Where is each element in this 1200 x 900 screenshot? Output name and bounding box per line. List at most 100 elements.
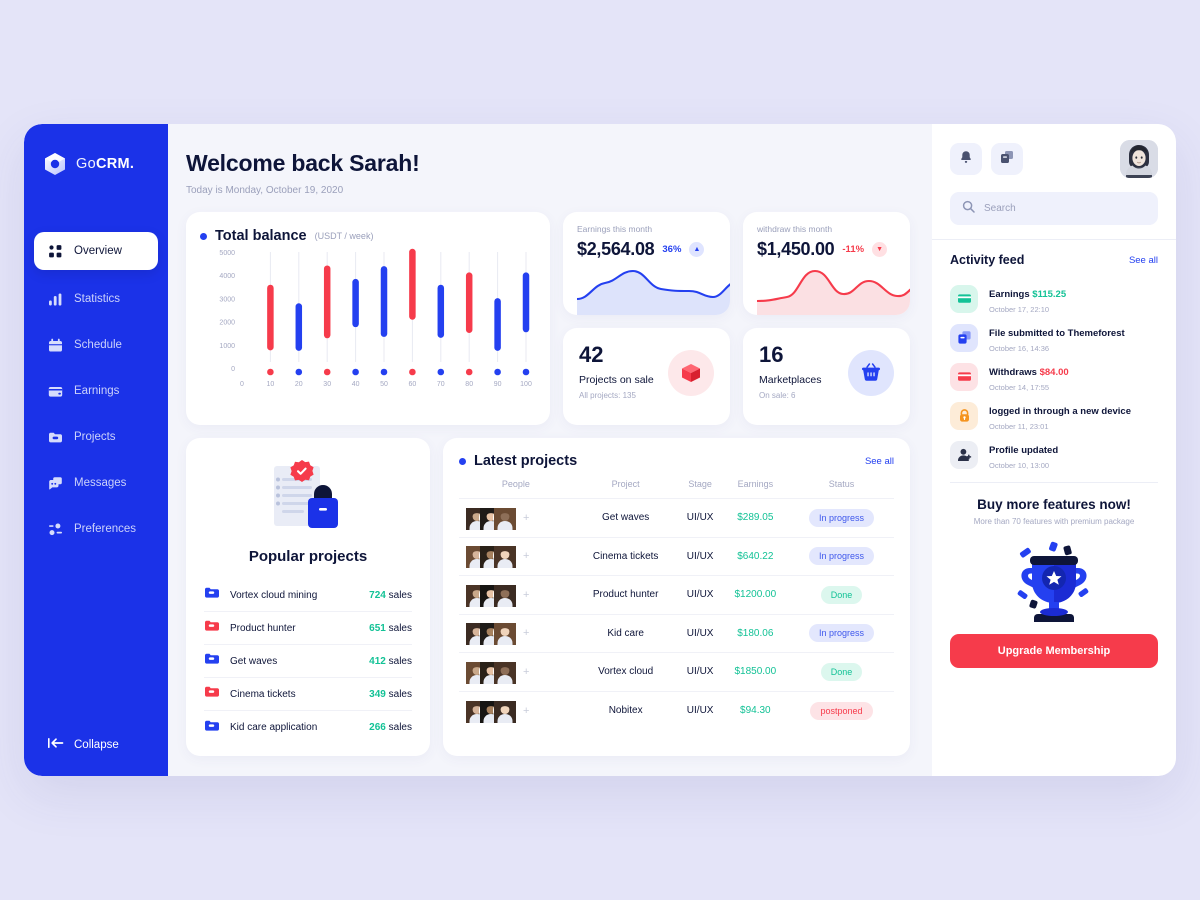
add-person-icon[interactable]: + — [523, 705, 529, 717]
latest-projects-header: Latest projects See all — [459, 453, 894, 469]
add-person-icon[interactable]: + — [523, 550, 529, 562]
app-window: GoCRM. Overview Statistics Schedule Earn… — [24, 124, 1176, 776]
project-name: Vortex cloud — [572, 652, 679, 691]
basket-icon — [848, 350, 894, 396]
column-header: Stage — [688, 479, 712, 489]
sidebar-item-label: Messages — [74, 477, 127, 489]
activity-feed-header: Activity feed See all — [950, 253, 1158, 267]
sidebar-item-label: Overview — [74, 245, 122, 257]
list-item[interactable]: Get waves 412 sales — [204, 645, 412, 678]
project-stage: UI/UX — [678, 652, 722, 691]
project-sales: 651 sales — [369, 622, 412, 634]
sidebar-item-label: Schedule — [74, 339, 122, 351]
popular-projects-title: Popular projects — [248, 548, 368, 565]
project-name: Product hunter — [230, 622, 296, 634]
add-person-icon[interactable]: + — [523, 666, 529, 678]
project-name: Cinema tickets — [230, 688, 296, 700]
card-icon — [48, 384, 63, 399]
collapse-button[interactable]: Collapse — [24, 737, 168, 752]
sidebar-item-messages[interactable]: Messages — [34, 466, 158, 500]
svg-text:30: 30 — [323, 381, 331, 388]
sidebar-item-statistics[interactable]: Statistics — [34, 282, 158, 316]
table-row[interactable]: + Vortex cloud UI/UX $1850.00 Done — [459, 652, 894, 691]
folder-icon — [204, 685, 219, 703]
list-item[interactable]: Cinema tickets 349 sales — [204, 678, 412, 711]
activity-date: October 10, 13:00 — [989, 460, 1050, 470]
promo-card: Buy more features now! More than 70 feat… — [950, 482, 1158, 684]
table-row[interactable]: + Nobitex UI/UX $94.30 postponed — [459, 690, 894, 730]
status-badge: Done — [820, 662, 863, 681]
latest-projects-title: Latest projects — [474, 453, 578, 469]
see-all-projects-link[interactable]: See all — [865, 456, 894, 467]
avatar — [493, 699, 516, 723]
notifications-button[interactable] — [950, 143, 982, 175]
see-all-activity-link[interactable]: See all — [1129, 255, 1158, 266]
svg-text:20: 20 — [295, 381, 303, 388]
activity-date: October 11, 23:01 — [989, 421, 1049, 431]
earnings-sparkline — [577, 269, 730, 315]
total-balance-unit: (USDT / week) — [314, 231, 374, 241]
table-row[interactable]: + Product hunter UI/UX $1200.00 Done — [459, 575, 894, 614]
bullet-dot-icon — [200, 232, 207, 240]
sidebar-item-overview[interactable]: Overview — [34, 232, 158, 270]
bottom-widgets-row: Popular projects Vortex cloud mining 724 … — [186, 438, 910, 756]
projects-label: Projects on sale — [579, 374, 654, 386]
sidebar-item-preferences[interactable]: Preferences — [34, 512, 158, 546]
list-item[interactable]: Vortex cloud mining 724 sales — [204, 579, 412, 612]
sidebar-item-earnings[interactable]: Earnings — [34, 374, 158, 408]
search-bar[interactable] — [950, 192, 1158, 225]
earnings-month-card[interactable]: Earnings this month $2,564.08 36% ▲ — [563, 212, 730, 315]
project-name: Nobitex — [572, 690, 679, 730]
earnings-value: $2,564.08 — [577, 239, 655, 259]
gocrm-logo-icon — [42, 151, 68, 177]
files-icon — [950, 323, 978, 352]
sliders-icon — [48, 522, 63, 537]
add-person-icon[interactable]: + — [523, 512, 529, 524]
counter-cards-row: 42 Projects on sale All projects: 135 16… — [563, 328, 910, 425]
files-button[interactable] — [991, 143, 1023, 175]
projects-on-sale-card[interactable]: 42 Projects on sale All projects: 135 — [563, 328, 730, 425]
sidebar-item-schedule[interactable]: Schedule — [34, 328, 158, 362]
project-earnings: $1200.00 — [721, 575, 789, 614]
project-name: Kid care — [572, 613, 679, 653]
list-item[interactable]: Product hunter 651 sales — [204, 612, 412, 645]
sidebar-item-projects[interactable]: Projects — [34, 420, 158, 454]
list-item[interactable]: Kid care application 266 sales — [204, 711, 412, 744]
project-sales: 266 sales — [369, 722, 412, 733]
list-item[interactable]: Withdraws $84.00 October 14, 17:55 — [950, 357, 1158, 396]
list-item[interactable]: logged in through a new device October 11… — [950, 396, 1158, 435]
list-item[interactable]: File submitted to Themeforest October 16,… — [950, 318, 1158, 357]
status-cell: Done — [789, 652, 894, 691]
add-person-icon[interactable]: + — [523, 627, 529, 639]
popular-projects-card: Popular projects Vortex cloud mining 724 … — [186, 438, 430, 756]
search-input[interactable] — [984, 203, 1146, 214]
table-row[interactable]: + Kid care UI/UX $180.06 In progress — [459, 613, 894, 653]
credit-card-icon — [950, 362, 978, 391]
sidebar-item-label: Statistics — [74, 293, 121, 305]
table-row[interactable]: + Get waves UI/UX $289.05 In progress — [459, 498, 894, 537]
search-icon — [962, 200, 975, 218]
project-stage: UI/UX — [678, 536, 722, 576]
avatar — [493, 506, 516, 530]
user-avatar[interactable] — [1120, 140, 1158, 178]
svg-text:60: 60 — [409, 381, 417, 388]
column-header: People — [501, 479, 530, 489]
marketplaces-card[interactable]: 16 Marketplaces On sale: 6 — [743, 328, 910, 425]
app-logo[interactable]: GoCRM. — [24, 144, 168, 184]
table-row[interactable]: + Cinema tickets UI/UX $640.22 In progress — [459, 536, 894, 576]
list-item[interactable]: Profile updated October 10, 13:00 — [950, 435, 1158, 474]
project-name: Kid care application — [230, 722, 318, 733]
withdraw-month-card[interactable]: withdraw this month $1,450.00 -11% ▼ — [743, 212, 910, 315]
withdraw-label: withdraw this month — [757, 224, 833, 234]
upgrade-membership-button[interactable]: Upgrade Membership — [950, 634, 1158, 668]
project-earnings: $640.22 — [721, 536, 789, 576]
project-sales: 412 sales — [369, 655, 412, 667]
add-person-icon[interactable]: + — [523, 589, 529, 601]
svg-text:1000: 1000 — [219, 343, 235, 350]
table-header-row: People Project Stage Earnings Status — [459, 479, 894, 499]
folder-icon — [48, 430, 63, 445]
stat-cards-column: Earnings this month $2,564.08 36% ▲ with… — [563, 212, 910, 425]
list-item[interactable]: Earnings $115.25 October 17, 22:10 — [950, 279, 1158, 318]
collapse-arrow-icon — [48, 737, 64, 752]
avatar — [493, 545, 516, 569]
